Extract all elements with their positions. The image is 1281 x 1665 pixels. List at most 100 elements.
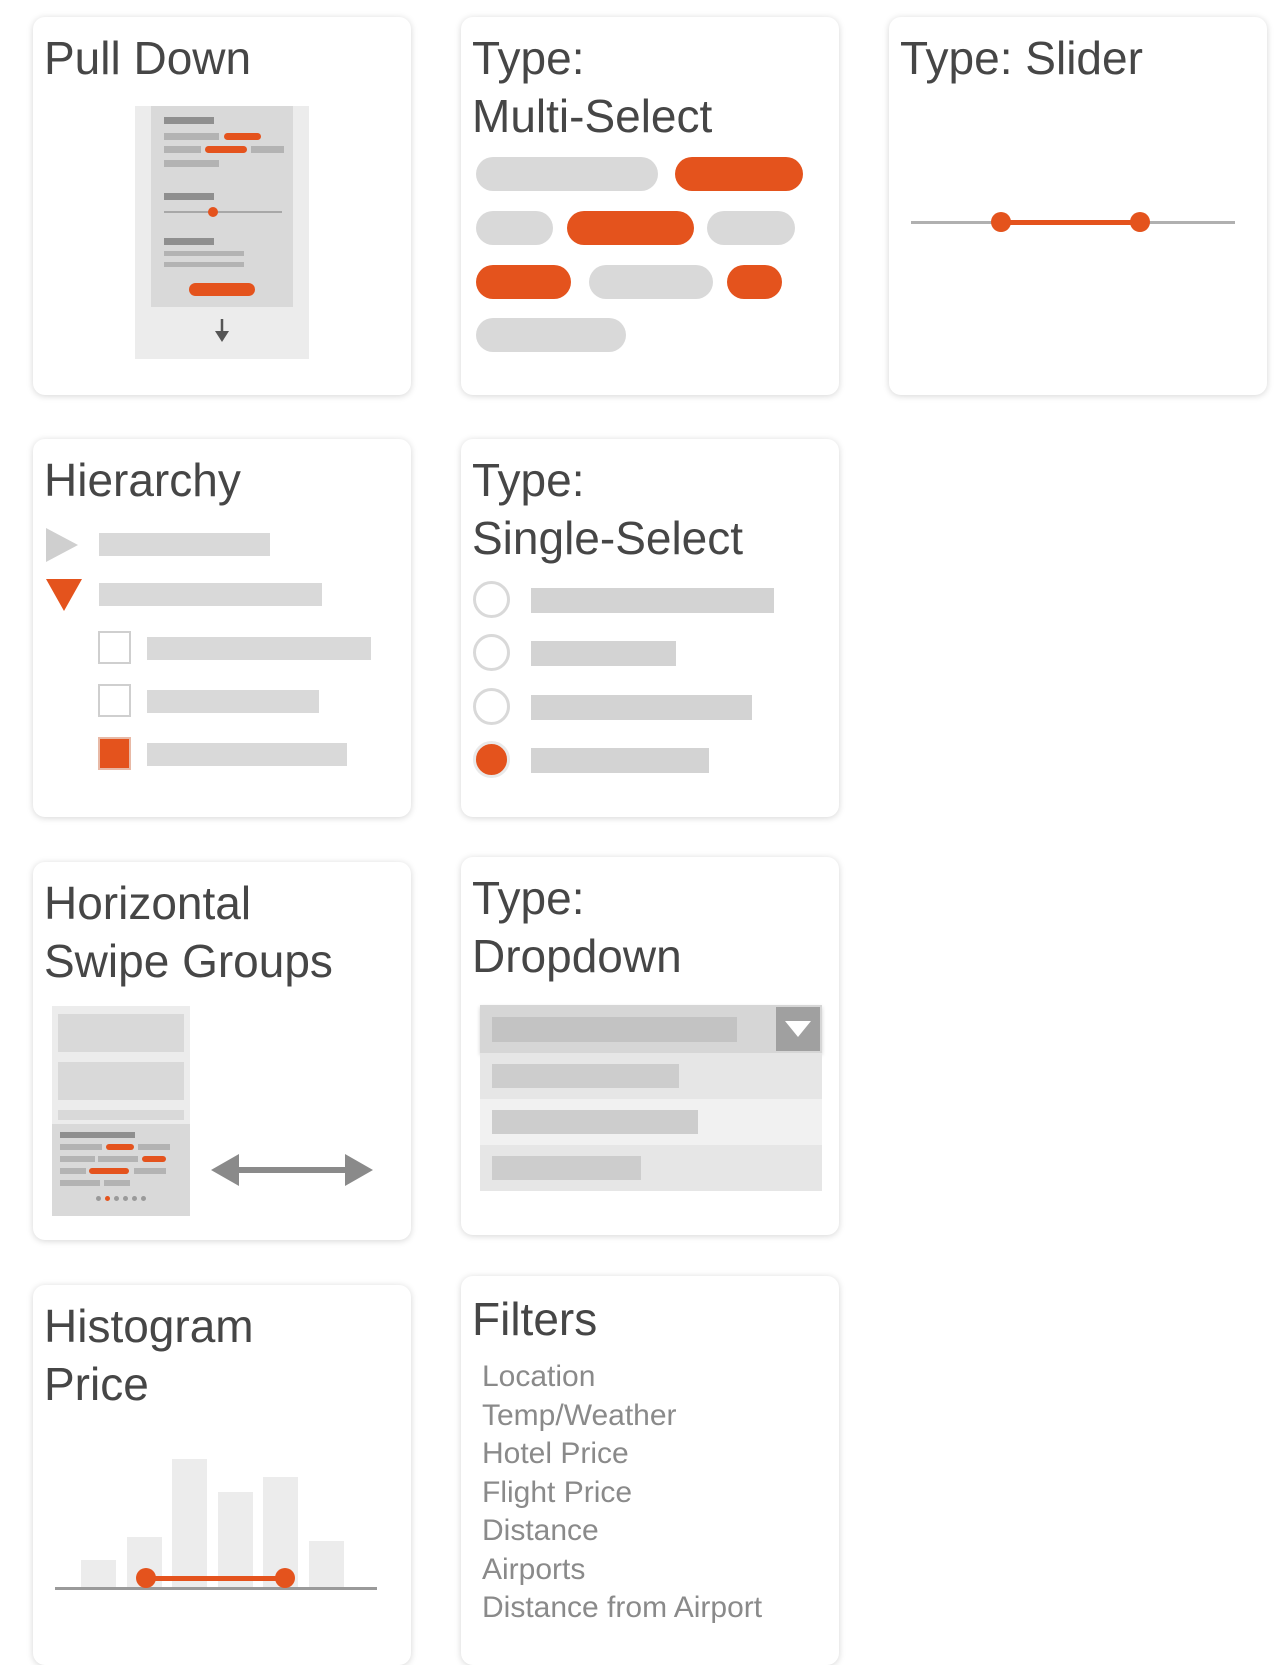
price-handle-high[interactable] xyxy=(275,1568,295,1588)
page-dot xyxy=(123,1196,128,1201)
chip[interactable] xyxy=(476,157,658,191)
filter-item[interactable]: Distance xyxy=(482,1512,762,1551)
card-title: Type: Dropdown xyxy=(472,872,682,982)
hierarchy-card[interactable]: Hierarchy xyxy=(33,439,411,817)
option-label xyxy=(492,1064,679,1088)
group-line xyxy=(104,1180,130,1186)
histogram-bar xyxy=(172,1459,207,1587)
dropdown-option[interactable] xyxy=(480,1053,822,1099)
swipe-stack xyxy=(52,1006,190,1216)
card-title: Horizontal Swipe Groups xyxy=(44,877,333,987)
filter-item[interactable]: Hotel Price xyxy=(482,1435,762,1474)
card-title: Hierarchy xyxy=(44,454,241,506)
page-dot xyxy=(141,1196,146,1201)
histogram xyxy=(55,1447,377,1590)
radio-button[interactable] xyxy=(473,688,510,725)
dropdown-select[interactable] xyxy=(480,1005,822,1053)
caret-down-icon[interactable] xyxy=(45,578,83,612)
card-title: Type: Slider xyxy=(900,32,1143,84)
group-line xyxy=(60,1168,86,1174)
sheet-line xyxy=(251,146,284,153)
histogram-card[interactable]: Histogram Price xyxy=(33,1285,411,1665)
chip-selected[interactable] xyxy=(567,211,694,245)
histogram-bar xyxy=(309,1541,344,1587)
chip-selected[interactable] xyxy=(675,157,803,191)
card-title: Pull Down xyxy=(44,32,252,84)
group-line xyxy=(134,1168,166,1174)
dropdown-option[interactable] xyxy=(480,1145,822,1191)
page-dot-active xyxy=(105,1196,110,1201)
chip[interactable] xyxy=(707,211,795,245)
card-title: Type: Single-Select xyxy=(472,454,744,564)
histogram-axis xyxy=(55,1587,377,1590)
page-indicator xyxy=(96,1196,146,1202)
group-line xyxy=(60,1132,135,1138)
radio-button-selected[interactable] xyxy=(473,741,510,778)
filter-item[interactable]: Temp/Weather xyxy=(482,1397,762,1436)
histogram-bar xyxy=(81,1560,116,1587)
pull-down-preview xyxy=(135,106,309,359)
double-arrow-icon xyxy=(211,1154,373,1186)
price-range-fill xyxy=(146,1576,285,1581)
single-select-card[interactable]: Type: Single-Select xyxy=(461,439,839,817)
price-handle-low[interactable] xyxy=(136,1568,156,1588)
sheet-line xyxy=(164,160,219,167)
sheet-line xyxy=(164,238,214,245)
histogram-bar xyxy=(218,1492,253,1587)
tree-node-label[interactable] xyxy=(99,583,322,606)
page-dot xyxy=(114,1196,119,1201)
slider-handle-high[interactable] xyxy=(1130,212,1150,232)
active-group xyxy=(52,1124,190,1216)
dropdown-toggle[interactable] xyxy=(776,1007,820,1051)
group-chip xyxy=(142,1156,166,1162)
card-title: Type: Multi-Select xyxy=(472,32,713,142)
chip[interactable] xyxy=(589,265,713,299)
sheet-apply-button xyxy=(189,283,255,296)
tree-leaf-label xyxy=(147,637,371,660)
filter-item[interactable]: Airports xyxy=(482,1551,762,1590)
chip[interactable] xyxy=(476,318,626,352)
tree-node-label[interactable] xyxy=(99,533,270,556)
sheet-selected-chip xyxy=(224,133,261,140)
dropdown-card[interactable]: Type: Dropdown xyxy=(461,857,839,1235)
radio-label xyxy=(531,748,709,773)
group-line xyxy=(60,1180,100,1186)
chip-selected[interactable] xyxy=(476,265,571,299)
stacked-group xyxy=(58,1014,184,1052)
stacked-group xyxy=(58,1062,184,1100)
slider-handle-low[interactable] xyxy=(991,212,1011,232)
dropdown-option[interactable] xyxy=(480,1099,822,1145)
stacked-group xyxy=(58,1110,184,1120)
tree-leaf-label xyxy=(147,690,319,713)
group-line xyxy=(60,1144,102,1150)
multi-select-card[interactable]: Type: Multi-Select xyxy=(461,17,839,395)
radio-button[interactable] xyxy=(473,581,510,618)
page-dot xyxy=(96,1196,101,1201)
radio-label xyxy=(531,588,774,613)
tree-checkbox[interactable] xyxy=(98,631,131,664)
chip[interactable] xyxy=(476,211,553,245)
slider-range-fill xyxy=(1001,220,1140,225)
horizontal-swipe-card[interactable]: Horizontal Swipe Groups xyxy=(33,862,411,1240)
tree-checkbox-checked[interactable] xyxy=(98,737,131,770)
filter-item[interactable]: Distance from Airport xyxy=(482,1589,762,1628)
pull-down-card[interactable]: Pull Down xyxy=(33,17,411,395)
chevron-down-icon xyxy=(785,1021,811,1037)
sheet-line xyxy=(164,117,214,124)
group-chip xyxy=(106,1144,134,1150)
filter-item[interactable]: Location xyxy=(482,1358,762,1397)
radio-label xyxy=(531,695,752,720)
radio-label xyxy=(531,641,676,666)
slider-card[interactable]: Type: Slider xyxy=(889,17,1267,395)
sheet-line xyxy=(164,251,244,256)
sheet-line xyxy=(164,193,214,200)
tree-checkbox[interactable] xyxy=(98,684,131,717)
filter-item[interactable]: Flight Price xyxy=(482,1474,762,1513)
sheet-line xyxy=(164,133,219,140)
group-line xyxy=(138,1144,170,1150)
filter-list: Location Temp/Weather Hotel Price Flight Pr… xyxy=(482,1358,762,1628)
chip-selected[interactable] xyxy=(727,265,782,299)
caret-right-icon[interactable] xyxy=(45,527,79,563)
sheet-line xyxy=(164,146,201,153)
radio-button[interactable] xyxy=(473,634,510,671)
